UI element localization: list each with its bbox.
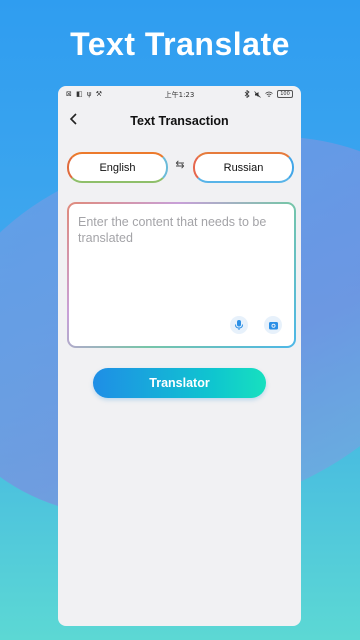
phone-screen: ⊠ ◧ ψ ⚒ 上午1:23 100 Text Transaction Engl… [58,86,301,626]
translator-button[interactable]: Translator [93,368,266,398]
text-input-box: Enter the content that needs to be trans… [67,202,296,348]
battery-icon: 100 [277,90,293,98]
target-language-button[interactable]: Russian [193,152,294,183]
promo-headline: Text Translate [70,26,290,62]
page-title: Text Transaction [130,114,229,128]
input-placeholder: Enter the content that needs to be trans… [78,215,267,245]
navbar: Text Transaction [58,110,301,134]
text-input-area[interactable]: Enter the content that needs to be trans… [69,204,294,346]
status-right-icons: 100 [244,90,293,98]
voice-input-button[interactable] [230,316,248,334]
wifi-icon [265,91,273,97]
camera-icon [268,321,278,329]
mute-icon [254,90,261,98]
status-bar: ⊠ ◧ ψ ⚒ 上午1:23 100 [58,86,301,102]
source-language-button[interactable]: English [67,152,168,183]
swap-languages-icon[interactable]: ⇆ [171,158,189,171]
bluetooth-icon [244,90,250,98]
camera-input-button[interactable] [264,316,282,334]
microphone-icon [235,320,243,330]
